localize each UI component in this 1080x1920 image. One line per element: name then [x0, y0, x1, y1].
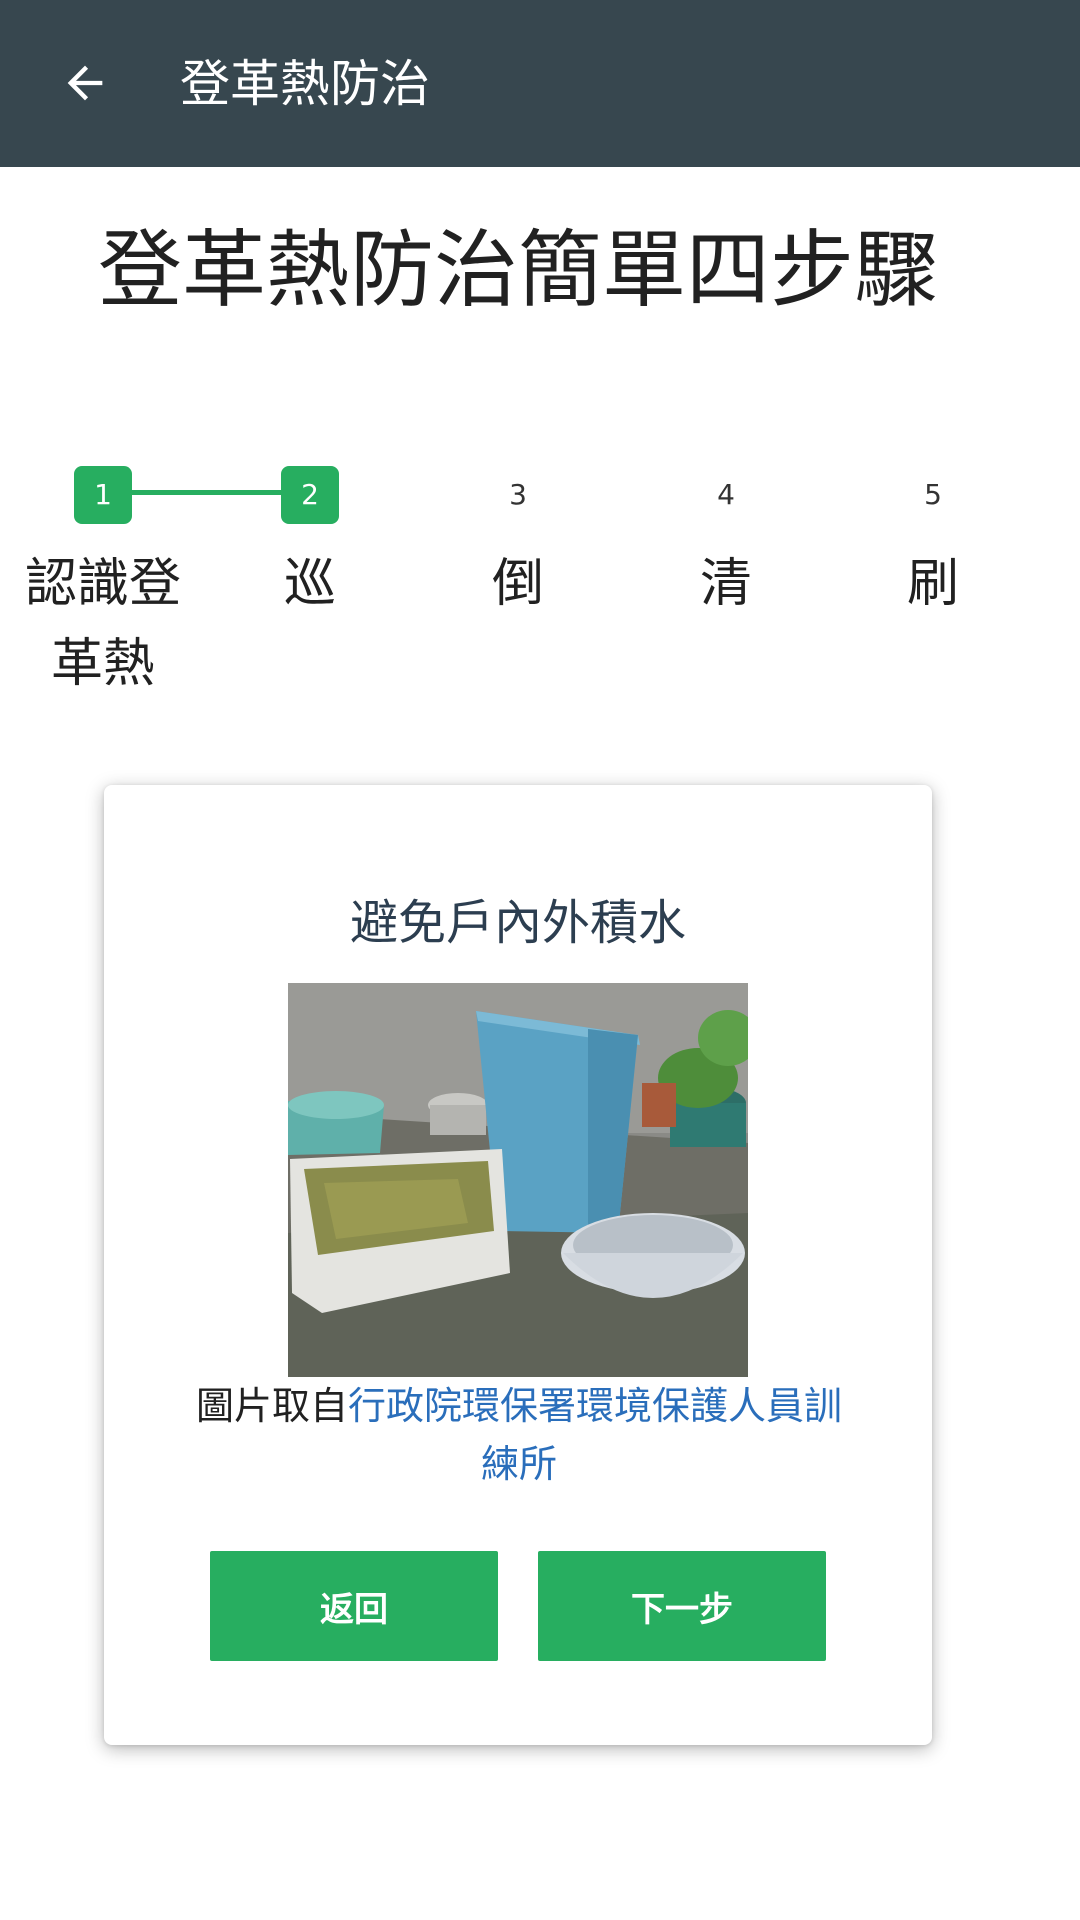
back-button[interactable] — [50, 48, 120, 118]
card-title: 避免戶內外積水 — [349, 895, 686, 951]
step-number: 2 — [281, 466, 339, 524]
step-4[interactable]: 4 清 — [631, 466, 821, 624]
page-title: 登革熱防治簡單四步驟 — [97, 221, 938, 319]
step-card: 避免戶內外積水 圖片取自行政院環保署環境保護人員訓練所 返回 下一步 — [104, 785, 932, 1745]
next-step-button[interactable]: 下一步 — [538, 1551, 826, 1661]
app-bar-title: 登革熱防治 — [180, 55, 430, 113]
photo-caption: 圖片取自行政院環保署環境保護人員訓練所 — [184, 1377, 854, 1493]
step-label: 倒 — [491, 554, 544, 614]
back-step-button[interactable]: 返回 — [210, 1551, 498, 1661]
step-label: 巡 — [283, 554, 336, 614]
source-link[interactable]: 行政院環保署環境保護人員訓練所 — [348, 1384, 842, 1486]
step-number: 3 — [509, 478, 527, 511]
step-number: 4 — [717, 478, 735, 511]
caption-prefix: 圖片取自 — [195, 1384, 348, 1428]
step-number: 1 — [74, 466, 132, 524]
step-label: 刷 — [906, 554, 959, 614]
step-2[interactable]: 2 巡 — [215, 466, 405, 624]
step-1[interactable]: 1 認識登革熱 — [8, 466, 198, 704]
step-number: 5 — [924, 478, 942, 511]
arrow-left-icon — [67, 65, 103, 101]
step-5[interactable]: 5 刷 — [838, 466, 1028, 624]
step-label: 清 — [699, 554, 752, 614]
step-3[interactable]: 3 倒 — [423, 466, 613, 624]
standing-water-photo — [288, 983, 748, 1377]
step-label: 認識登革熱 — [24, 554, 181, 694]
app-bar: 登革熱防治 — [0, 0, 1080, 167]
